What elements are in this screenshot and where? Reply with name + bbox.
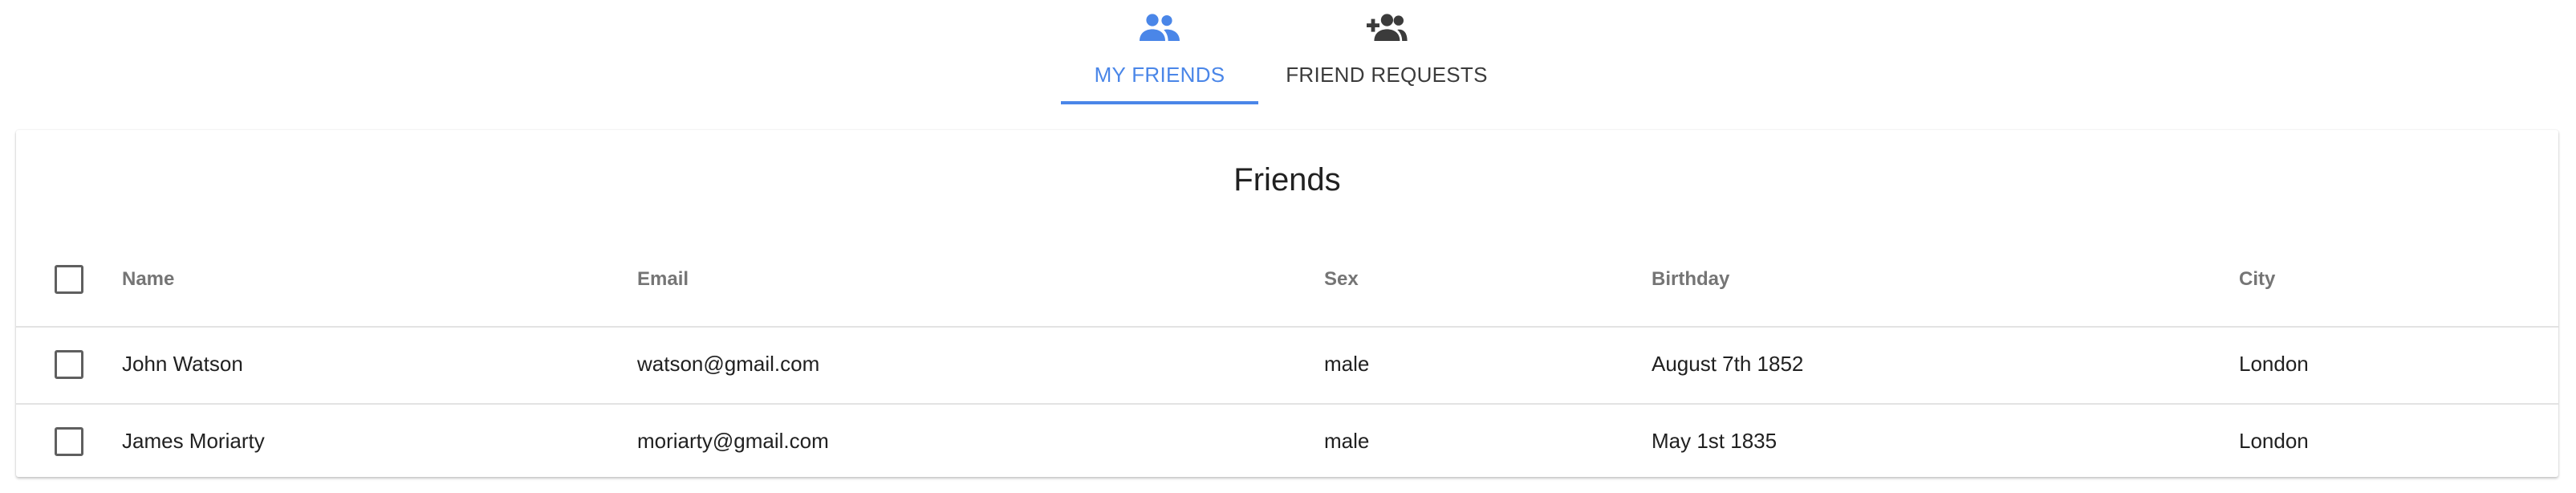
row-select-checkbox[interactable] xyxy=(55,350,83,379)
cell-email: moriarty@gmail.com xyxy=(637,429,829,453)
table-header-row: Name Email Sex Birthday City xyxy=(16,241,2558,326)
cell-email: watson@gmail.com xyxy=(637,352,820,376)
column-header-name[interactable]: Name xyxy=(122,268,174,291)
column-header-birthday[interactable]: Birthday xyxy=(1652,268,1729,291)
active-tab-indicator xyxy=(1061,101,1258,104)
cell-name: James Moriarty xyxy=(122,429,265,453)
add-friend-icon xyxy=(1367,14,1408,41)
cell-birthday: August 7th 1852 xyxy=(1652,352,1804,376)
cell-name: John Watson xyxy=(122,352,243,376)
cell-birthday: May 1st 1835 xyxy=(1652,429,1778,453)
column-header-sex[interactable]: Sex xyxy=(1324,268,1359,291)
column-header-city[interactable]: City xyxy=(2239,268,2275,291)
tab-my-friends[interactable]: MY FRIENDS xyxy=(1061,0,1258,104)
friends-table: Name Email Sex Birthday City John Watson… xyxy=(16,241,2558,480)
cell-city: London xyxy=(2239,429,2309,453)
column-header-email[interactable]: Email xyxy=(637,268,689,291)
cell-sex: male xyxy=(1324,352,1370,376)
cell-sex: male xyxy=(1324,429,1370,453)
group-icon xyxy=(1140,14,1180,41)
table-row[interactable]: James Moriarty moriarty@gmail.com male M… xyxy=(16,403,2558,480)
card-title: Friends xyxy=(1233,162,1341,198)
tab-friend-requests[interactable]: FRIEND REQUESTS xyxy=(1258,0,1515,104)
cell-city: London xyxy=(2239,352,2309,376)
row-select-checkbox[interactable] xyxy=(55,427,83,456)
table-row[interactable]: John Watson watson@gmail.com male August… xyxy=(16,326,2558,403)
friends-card: Friends Name Email Sex Birthday City Joh… xyxy=(16,130,2558,477)
select-all-checkbox[interactable] xyxy=(55,265,83,294)
tab-my-friends-label: MY FRIENDS xyxy=(1094,63,1225,87)
tab-friend-requests-label: FRIEND REQUESTS xyxy=(1286,63,1488,87)
tab-bar: MY FRIENDS FRIEND REQUESTS xyxy=(1061,0,1515,104)
